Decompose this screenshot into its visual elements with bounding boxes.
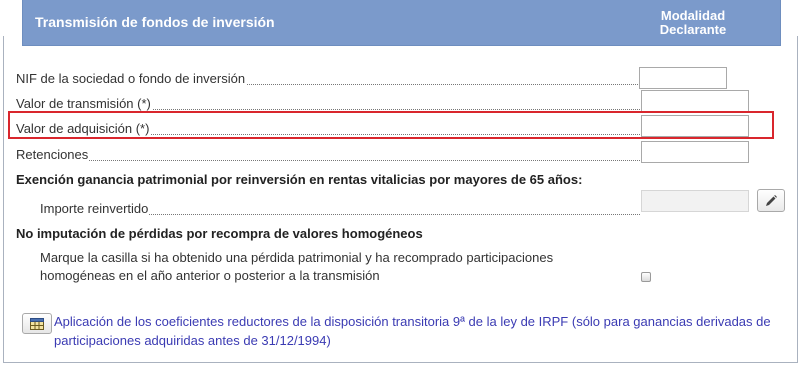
- section-header: Transmisión de fondos de inversión Modal…: [22, 0, 781, 46]
- section-title: Transmisión de fondos de inversión: [35, 14, 275, 30]
- importe-reinvertido-label: Importe reinvertido: [40, 201, 150, 216]
- column-header-line1: Modalidad: [660, 8, 726, 23]
- coeficientes-link[interactable]: Aplicación de los coeficientes reductore…: [54, 312, 789, 350]
- recompra-checkbox[interactable]: [641, 272, 651, 282]
- leader-dots: [16, 160, 640, 161]
- no-imputacion-description: Marque la casilla si ha obtenido una pér…: [40, 250, 554, 283]
- valor-transmision-input[interactable]: [641, 90, 749, 112]
- valor-adquisicion-label: Valor de adquisición (*): [16, 121, 151, 136]
- retenciones-input[interactable]: [641, 141, 749, 163]
- nif-label: NIF de la sociedad o fondo de inversión: [16, 71, 247, 86]
- coeficientes-button[interactable]: [22, 313, 52, 334]
- retenciones-label: Retenciones: [16, 147, 90, 162]
- table-icon: [30, 317, 44, 330]
- valor-adquisicion-input[interactable]: [641, 115, 749, 137]
- nif-input[interactable]: [639, 67, 727, 89]
- pencil-icon: [766, 194, 777, 206]
- no-imputacion-title: No imputación de pérdidas por recompra d…: [16, 226, 423, 241]
- valor-transmision-label: Valor de transmisión (*): [16, 96, 152, 111]
- importe-reinvertido-input[interactable]: [641, 190, 749, 212]
- column-header-modalidad: Modalidad Declarante: [649, 9, 737, 37]
- exencion-title: Exención ganancia patrimonial por reinve…: [16, 172, 583, 187]
- edit-button[interactable]: [757, 189, 785, 212]
- column-header-line2: Declarante: [659, 22, 727, 37]
